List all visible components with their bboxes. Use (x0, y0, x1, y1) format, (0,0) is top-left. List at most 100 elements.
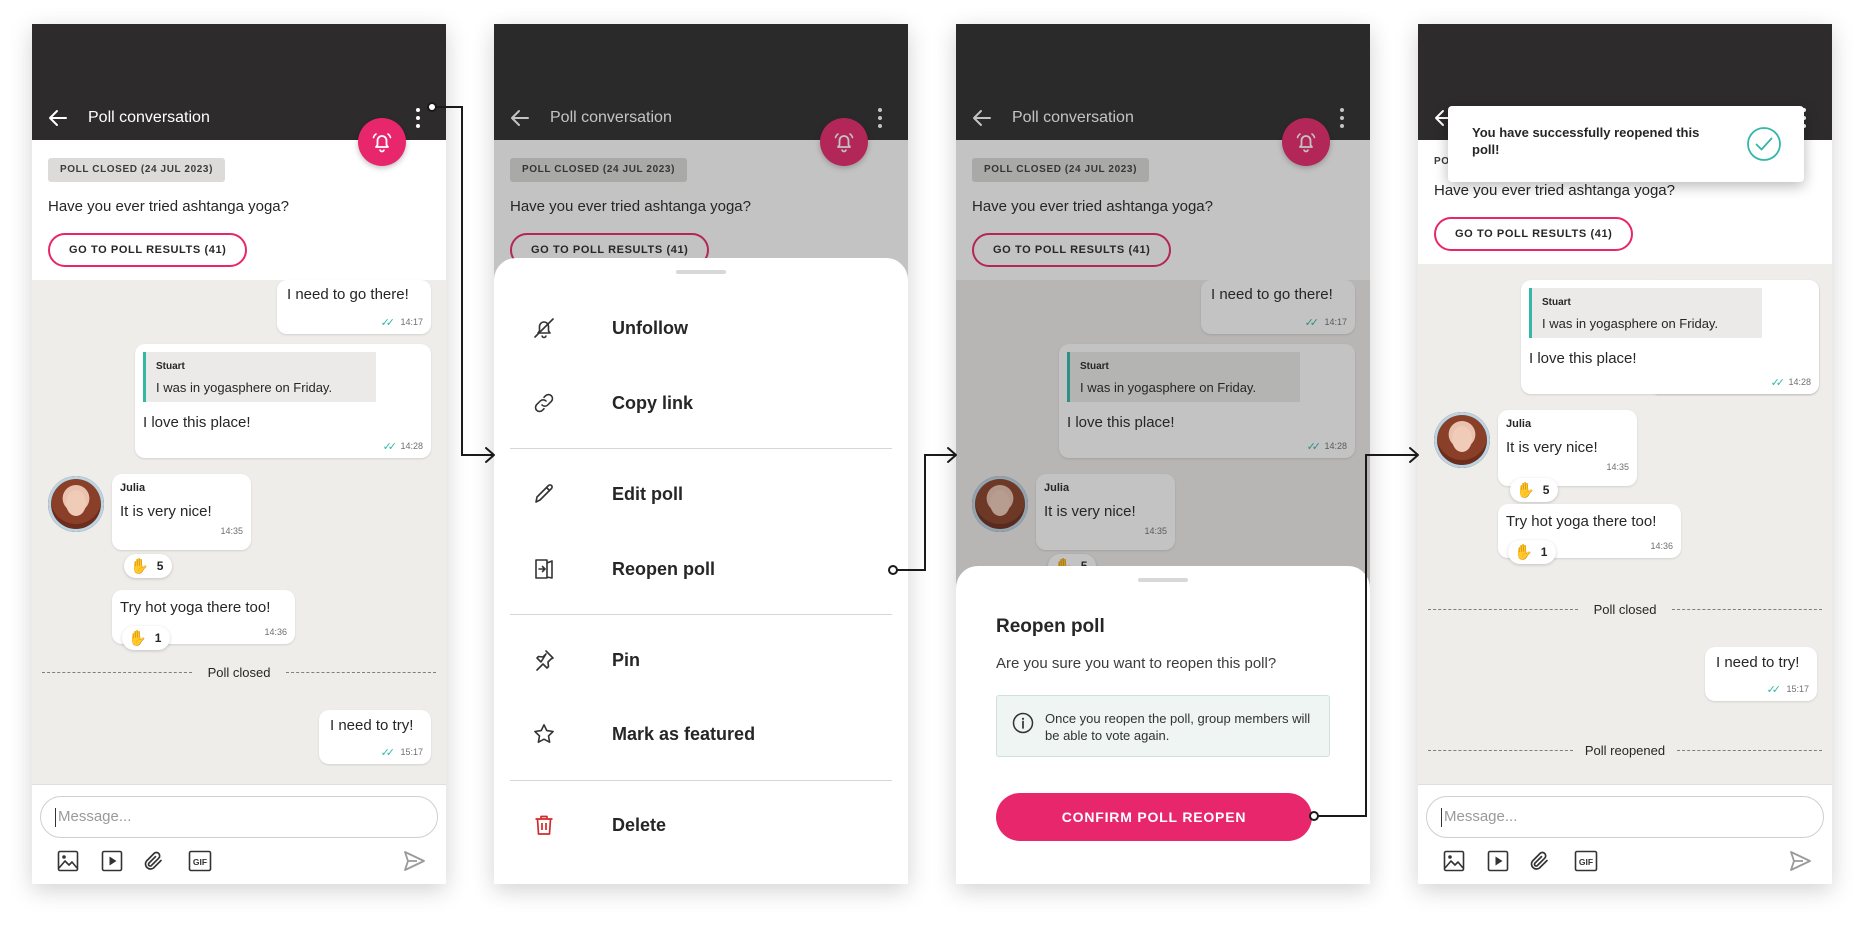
quote-text: I was in yogasphere on Friday. (1542, 316, 1719, 331)
svg-text:GIF: GIF (193, 857, 207, 867)
bell-button[interactable] (358, 118, 406, 166)
quote-author: Stuart (1542, 297, 1571, 308)
info-text: Once you reopen the poll, group members … (1045, 711, 1311, 743)
message-bubble: Julia It is very nice! 14:35 (112, 474, 251, 550)
read-ticks-icon: ✓✓ (380, 317, 396, 329)
message-composer: Message... GIF (32, 784, 446, 884)
video-icon[interactable] (1486, 849, 1510, 873)
svg-text:GIF: GIF (1579, 857, 1593, 867)
message-time: 14:17 (400, 317, 423, 327)
read-ticks-icon: ✓✓ (380, 747, 396, 759)
clap-icon: ✋ (128, 630, 147, 647)
reopen-icon (535, 559, 553, 579)
gif-icon[interactable]: GIF (1574, 849, 1598, 873)
menu-item-edit-poll[interactable]: Edit poll (532, 479, 872, 509)
avatar[interactable] (48, 476, 104, 532)
message-text: I need to go there! (287, 286, 409, 303)
link-icon (534, 393, 554, 413)
avatar[interactable] (1434, 412, 1490, 468)
menu-item-label: Pin (612, 650, 641, 670)
sender-name: Julia (120, 482, 146, 494)
message-text: Try hot yoga there too! (120, 599, 271, 616)
page-title: Poll conversation (88, 109, 210, 126)
toast-text: You have successfully reopened this poll… (1472, 125, 1700, 157)
check-circle-icon (1747, 127, 1781, 161)
message-time: 14:28 (400, 441, 423, 451)
clap-icon: ✋ (1514, 544, 1533, 561)
flow-arrowhead (947, 447, 957, 463)
image-icon[interactable] (56, 849, 80, 873)
attachment-icon[interactable] (1528, 849, 1552, 873)
star-icon (534, 724, 554, 743)
message-time: 15:17 (400, 747, 423, 757)
message-placeholder: Message... (58, 808, 132, 825)
reaction-chip[interactable]: ✋5 (1510, 478, 1559, 502)
poll-status-badge: POLL CLOSED (24 JUL 2023) (48, 158, 226, 182)
back-arrow-icon[interactable] (46, 106, 70, 130)
menu-item-label: Reopen poll (612, 559, 715, 579)
quoted-message: Stuart I was in yogasphere on Friday. (1529, 288, 1762, 338)
message-time: 14:36 (1650, 541, 1673, 551)
menu-item-copy-link[interactable]: Copy link (532, 388, 872, 418)
message-time: 14:35 (1606, 462, 1629, 472)
menu-item-pin[interactable]: Pin (532, 645, 872, 675)
image-icon[interactable] (1442, 849, 1466, 873)
reaction-count: 5 (156, 559, 164, 573)
message-bubble: Stuart I was in yogasphere on Friday. I … (1521, 280, 1819, 394)
divider-label: Poll reopened (1576, 743, 1674, 758)
send-icon[interactable] (402, 849, 426, 873)
message-time: 14:35 (220, 526, 243, 536)
reaction-chip[interactable]: ✋5 (124, 554, 173, 578)
menu-item-delete[interactable]: Delete (532, 810, 872, 840)
clap-icon: ✋ (130, 558, 149, 575)
reopen-poll-dialog: Reopen poll Are you sure you want to reo… (956, 566, 1370, 884)
screen-poll-options-menu: Poll conversation POLL CLOSED (24 JUL 20… (494, 24, 908, 884)
sheet-drag-handle[interactable] (676, 270, 726, 274)
message-text: Try hot yoga there too! (1506, 513, 1657, 530)
poll-question: Have you ever tried ashtanga yoga? (1434, 182, 1675, 199)
quote-author: Stuart (156, 361, 185, 372)
screen-poll-reopened: Poll conversation You have successfully … (1418, 24, 1832, 884)
dialog-title: Reopen poll (996, 616, 1105, 637)
screen-poll-conversation: Poll conversation POLL CLOSED (24 JUL 20… (32, 24, 446, 884)
poll-closed-divider: Poll closed (1428, 602, 1822, 617)
message-text: I love this place! (1529, 350, 1637, 367)
more-vertical-icon[interactable] (408, 106, 428, 130)
menu-item-mark-featured[interactable]: Mark as featured (532, 719, 872, 749)
poll-closed-divider: Poll closed (42, 665, 436, 680)
message-text: It is very nice! (120, 503, 212, 520)
menu-item-unfollow[interactable]: Unfollow (532, 313, 872, 343)
menu-divider (510, 614, 892, 615)
flow-arrowhead (485, 447, 495, 463)
read-ticks-icon: ✓✓ (1770, 377, 1786, 389)
poll-reopened-divider: Poll reopened (1428, 743, 1822, 758)
confirm-reopen-button[interactable]: CONFIRM POLL REOPEN (996, 793, 1312, 841)
flow-arrowhead (1409, 447, 1419, 463)
info-notice: Once you reopen the poll, group members … (996, 695, 1330, 757)
reaction-count: 5 (1542, 483, 1550, 497)
menu-divider (510, 448, 892, 449)
message-input[interactable]: Message... (1426, 796, 1824, 838)
message-text: I love this place! (143, 414, 251, 431)
send-icon[interactable] (1788, 849, 1812, 873)
unfollow-icon (534, 318, 554, 339)
menu-item-reopen-poll[interactable]: Reopen poll (532, 554, 872, 584)
poll-results-button[interactable]: GO TO POLL RESULTS (41) (48, 233, 248, 267)
reaction-chip[interactable]: ✋ 1 (1508, 540, 1557, 564)
poll-results-button[interactable]: GO TO POLL RESULTS (41) (1434, 217, 1634, 251)
menu-item-label: Mark as featured (612, 724, 756, 744)
sheet-drag-handle[interactable] (1138, 578, 1188, 582)
info-icon (1012, 712, 1034, 734)
message-composer: Message... GIF (1418, 784, 1832, 884)
reaction-chip[interactable]: ✋ 1 (122, 626, 171, 650)
trash-icon (535, 815, 553, 835)
message-bubble: I need to go there! ✓✓ 14:17 (277, 280, 431, 334)
message-input[interactable]: Message... (40, 796, 438, 838)
quoted-message: Stuart I was in yogasphere on Friday. (143, 352, 376, 402)
menu-item-label: Edit poll (612, 484, 683, 504)
pencil-icon (535, 484, 553, 503)
gif-icon[interactable]: GIF (188, 849, 212, 873)
video-icon[interactable] (100, 849, 124, 873)
attachment-icon[interactable] (142, 849, 166, 873)
bell-icon (372, 133, 392, 153)
